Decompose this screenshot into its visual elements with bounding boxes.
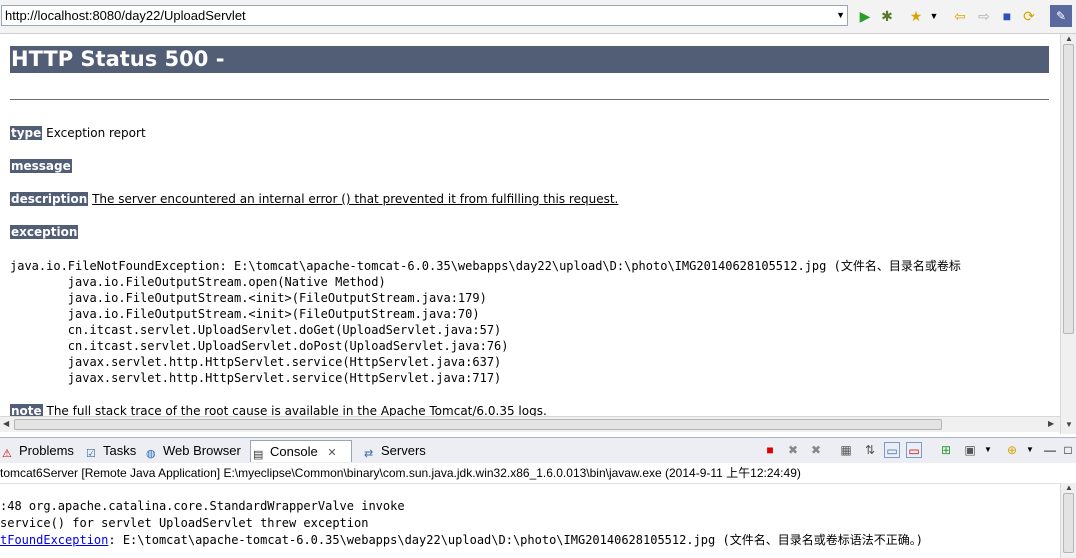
stack-trace: java.io.FileNotFoundException: E:\tomcat…: [10, 258, 961, 386]
note-value: The full stack trace of the root cause i…: [46, 404, 547, 416]
tab-web-browser[interactable]: ◍ Web Browser: [144, 440, 241, 462]
tab-label: Servers: [381, 443, 426, 458]
browser-vertical-scrollbar[interactable]: ▲ ▼: [1060, 34, 1076, 434]
go-icon[interactable]: ▶: [856, 7, 874, 25]
clear-console-icon[interactable]: ▦: [838, 442, 854, 458]
console-line: : E:\tomcat\apache-tomcat-6.0.35\webapps…: [108, 533, 923, 547]
trace-line: javax.servlet.http.HttpServlet.service(H…: [67, 355, 502, 369]
vertical-scroll-thumb[interactable]: [1063, 44, 1074, 334]
type-value: Exception report: [46, 126, 146, 140]
console-line: service() for servlet UploadServlet thre…: [0, 516, 369, 530]
description-label: description: [10, 192, 89, 206]
close-icon[interactable]: ✕: [327, 447, 336, 459]
description-row: description The server encountered an in…: [10, 192, 618, 206]
open-console-dropdown-icon[interactable]: ▼: [1022, 442, 1038, 458]
browser-toolbar: http://localhost:8080/day22/UploadServle…: [0, 0, 1076, 34]
page-title: HTTP Status 500 -: [10, 46, 1049, 73]
back-icon[interactable]: ⇦: [951, 7, 969, 25]
problems-icon: ⚠: [2, 448, 12, 460]
browser-horizontal-scrollbar[interactable]: ◀ ▶: [0, 416, 1060, 432]
scroll-up-icon[interactable]: ▲: [1065, 483, 1073, 492]
remove-all-icon[interactable]: ✖: [808, 442, 824, 458]
tab-label: Console: [270, 444, 318, 459]
refresh-icon[interactable]: ⟳: [1020, 7, 1038, 25]
type-row: type Exception report: [10, 126, 146, 140]
maximize-icon[interactable]: □: [1060, 442, 1076, 458]
terminate-icon[interactable]: ■: [762, 442, 778, 458]
forward-icon[interactable]: ⇨: [975, 7, 993, 25]
console-process-label: tomcat6Server [Remote Java Application] …: [0, 463, 1076, 484]
exception-link[interactable]: tFoundException: [0, 533, 108, 547]
tab-console[interactable]: ▤ Console ✕: [250, 440, 352, 462]
trace-line: cn.itcast.servlet.UploadServlet.doGet(Up…: [67, 323, 502, 337]
perspective-icon[interactable]: ✎: [1050, 5, 1072, 27]
scroll-right-icon[interactable]: ▶: [1048, 419, 1054, 428]
trace-line: java.io.FileOutputStream.<init>(FileOutp…: [67, 307, 480, 321]
console-vertical-scrollbar[interactable]: ▲: [1060, 483, 1076, 558]
exception-row: exception: [10, 225, 79, 239]
minimize-icon[interactable]: —: [1042, 442, 1058, 458]
note-row: note The full stack trace of the root ca…: [10, 404, 547, 416]
tasks-icon: ☑: [86, 448, 96, 460]
display-console-dropdown-icon[interactable]: ▼: [980, 442, 996, 458]
url-text: http://localhost:8080/day22/UploadServle…: [5, 8, 246, 23]
display-console-icon[interactable]: ▣: [962, 442, 978, 458]
console-icon: ▤: [253, 449, 264, 461]
globe-icon: ◍: [146, 448, 156, 460]
favorite-icon[interactable]: ★: [907, 7, 925, 25]
message-row: message: [10, 159, 72, 173]
description-value: The server encountered an internal error…: [92, 192, 619, 206]
pin-console-icon[interactable]: ⊞: [938, 442, 954, 458]
tab-problems[interactable]: ⚠ Problems: [0, 440, 74, 462]
debug-icon[interactable]: ✱: [878, 7, 896, 25]
trace-line: javax.servlet.http.HttpServlet.service(H…: [67, 371, 502, 385]
trace-line: java.io.FileOutputStream.<init>(FileOutp…: [67, 291, 487, 305]
scroll-down-icon[interactable]: ▼: [1065, 420, 1073, 429]
show-on-stdout-icon[interactable]: ▭: [884, 442, 900, 458]
exception-label: exception: [10, 225, 79, 239]
scroll-up-icon[interactable]: ▲: [1065, 34, 1073, 43]
remove-launch-icon[interactable]: ✖: [785, 442, 801, 458]
tab-label: Tasks: [103, 443, 137, 458]
type-label: type: [10, 126, 43, 140]
url-input[interactable]: http://localhost:8080/day22/UploadServle…: [1, 5, 848, 26]
horizontal-scroll-thumb[interactable]: [14, 419, 942, 430]
trace-line: cn.itcast.servlet.UploadServlet.doPost(U…: [67, 339, 509, 353]
message-label: message: [10, 159, 72, 173]
stop-icon[interactable]: ■: [998, 7, 1016, 25]
trace-first-line: java.io.FileNotFoundException: E:\tomcat…: [10, 259, 961, 273]
note-label: note: [10, 404, 43, 416]
console-output: :48 org.apache.catalina.core.StandardWra…: [0, 498, 1060, 558]
tab-tasks[interactable]: ☑ Tasks: [84, 440, 136, 462]
console-scroll-thumb[interactable]: [1063, 493, 1074, 553]
show-on-stderr-icon[interactable]: ▭: [906, 442, 922, 458]
scroll-left-icon[interactable]: ◀: [3, 419, 9, 428]
browser-content: HTTP Status 500 - type Exception report …: [0, 34, 1060, 416]
scroll-lock-icon[interactable]: ⇅: [862, 442, 878, 458]
tab-label: Web Browser: [163, 443, 241, 458]
open-console-icon[interactable]: ⊕: [1004, 442, 1020, 458]
tab-servers[interactable]: ⇄ Servers: [362, 440, 426, 462]
url-history-dropdown-icon[interactable]: ▼: [836, 6, 845, 25]
trace-line: java.io.FileOutputStream.open(Native Met…: [67, 275, 386, 289]
favorite-dropdown-icon[interactable]: ▼: [925, 7, 943, 25]
servers-icon: ⇄: [364, 448, 374, 460]
console-line: :48 org.apache.catalina.core.StandardWra…: [0, 499, 405, 513]
tab-label: Problems: [19, 443, 74, 458]
divider: [10, 99, 1049, 100]
